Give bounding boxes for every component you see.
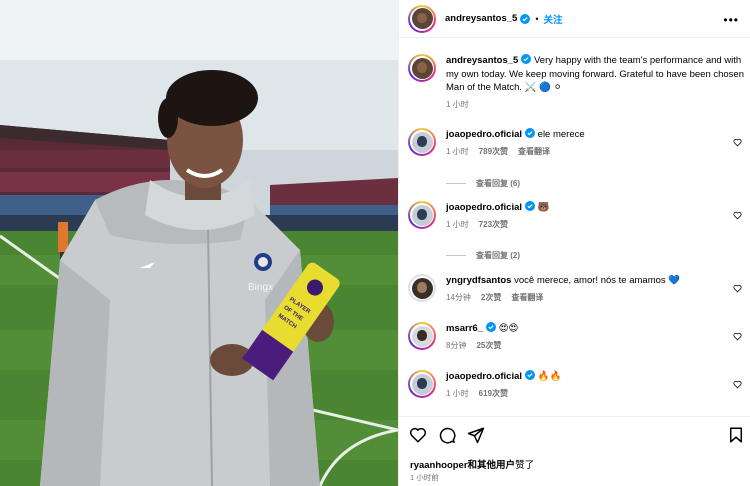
separator-dot: •: [535, 13, 539, 24]
caption-author-avatar[interactable]: [408, 54, 436, 82]
author-avatar[interactable]: [408, 4, 436, 33]
comment-likes-count[interactable]: 2次赞: [481, 291, 501, 305]
save-bookmark-icon[interactable]: [727, 426, 745, 444]
comment-text: 🔥🔥: [537, 371, 562, 382]
caption-time: 1 小时: [446, 99, 469, 109]
like-comment-heart-icon[interactable]: [733, 284, 742, 293]
post-caption: andreysantos_5 Very happy with the team'…: [408, 54, 746, 111]
verified-badge-icon: [525, 128, 536, 138]
comment-item: joaopedro.oficial 🔥🔥 1 小时 619次赞: [408, 370, 746, 400]
replies-divider-line: [446, 183, 466, 184]
comment-time: 1 小时: [446, 146, 469, 156]
follow-button[interactable]: 关注: [544, 12, 563, 26]
comment-time: 8分钟: [446, 340, 467, 350]
comment-text: você merece, amor! nós te amamos 💙: [514, 275, 681, 286]
view-replies-label[interactable]: 查看回复 (2): [476, 250, 520, 261]
verified-badge-icon: [525, 201, 536, 211]
comments-list[interactable]: andreysantos_5 Very happy with the team'…: [399, 38, 750, 416]
comment-item: msarr6_ 😍😍 8分钟 25次赞: [408, 322, 746, 352]
instagram-post-viewer: Bingx PLAYER OF THE MATCH andreysantos_5…: [0, 0, 750, 486]
see-translation-link[interactable]: 查看翻译: [511, 291, 543, 305]
comment-text: 😍😍: [498, 323, 519, 334]
comment-avatar[interactable]: [408, 322, 436, 350]
comment-avatar[interactable]: [408, 274, 436, 302]
comment-item: joaopedro.oficial 🐻 1 小时 723次赞: [408, 201, 746, 231]
verified-badge-icon: [521, 54, 532, 64]
verified-badge-icon: [520, 13, 531, 24]
sponsor-logo: Bingx: [248, 282, 273, 293]
author-username[interactable]: andreysantos_5: [445, 13, 517, 24]
caption-author-username[interactable]: andreysantos_5: [446, 55, 518, 66]
liked-by-username[interactable]: ryaanhooper: [410, 460, 468, 471]
comment-time: 14分钟: [446, 292, 471, 302]
verified-badge-icon: [525, 370, 536, 380]
like-comment-heart-icon[interactable]: [733, 138, 742, 147]
see-translation-link[interactable]: 查看翻译: [518, 145, 550, 159]
comment-likes-count[interactable]: 789次赞: [479, 145, 508, 159]
comment-avatar[interactable]: [408, 370, 436, 398]
comment-avatar[interactable]: [408, 128, 436, 156]
like-heart-icon[interactable]: [409, 426, 427, 444]
liked-by-others[interactable]: 和其他用户: [468, 460, 516, 471]
comment-username[interactable]: joaopedro.oficial: [446, 129, 522, 140]
comment-item: yngrydfsantos você merece, amor! nós te …: [408, 274, 746, 304]
view-replies-label[interactable]: 查看回复 (6): [476, 178, 520, 189]
verified-badge-icon: [485, 322, 496, 332]
comment-text: ele merece: [537, 129, 585, 140]
like-comment-heart-icon[interactable]: [733, 380, 742, 389]
view-replies-link[interactable]: 查看回复 (6): [446, 178, 520, 189]
more-options-icon[interactable]: •••: [723, 13, 739, 27]
comment-time: 1 小时: [446, 219, 469, 229]
comment-likes-count[interactable]: 723次赞: [479, 218, 508, 232]
comment-username[interactable]: joaopedro.oficial: [446, 371, 522, 382]
post-photo[interactable]: Bingx PLAYER OF THE MATCH: [0, 0, 398, 486]
like-comment-heart-icon[interactable]: [733, 332, 742, 341]
replies-divider-line: [446, 255, 466, 256]
share-paper-plane-icon[interactable]: [467, 426, 485, 444]
comment-username[interactable]: msarr6_: [446, 323, 483, 334]
comment-avatar[interactable]: [408, 201, 436, 229]
comment-item: joaopedro.oficial ele merece 1 小时 789次赞 …: [408, 128, 746, 158]
post-details-panel: andreysantos_5 • 关注 ••• andreysantos_5 V…: [398, 0, 750, 486]
like-comment-heart-icon[interactable]: [733, 211, 742, 220]
comment-bubble-icon[interactable]: [438, 426, 456, 444]
comment-likes-count[interactable]: 25次赞: [476, 339, 501, 353]
comment-time: 1 小时: [446, 388, 469, 398]
comment-username[interactable]: joaopedro.oficial: [446, 202, 522, 213]
post-header: andreysantos_5 • 关注 •••: [399, 0, 750, 38]
liked-suffix: 赞了: [515, 460, 535, 471]
comment-text: 🐻: [537, 202, 550, 213]
post-actions-bar: ryaanhooper和其他用户赞了 1 小时前: [399, 416, 750, 486]
view-replies-link[interactable]: 查看回复 (2): [446, 250, 520, 261]
liked-by-summary[interactable]: ryaanhooper和其他用户赞了: [410, 457, 534, 471]
comment-username[interactable]: yngrydfsantos: [446, 275, 511, 286]
comment-likes-count[interactable]: 619次赞: [479, 387, 508, 401]
post-photo-illustration: Bingx PLAYER OF THE MATCH: [0, 0, 398, 486]
post-timestamp: 1 小时前: [410, 473, 439, 482]
